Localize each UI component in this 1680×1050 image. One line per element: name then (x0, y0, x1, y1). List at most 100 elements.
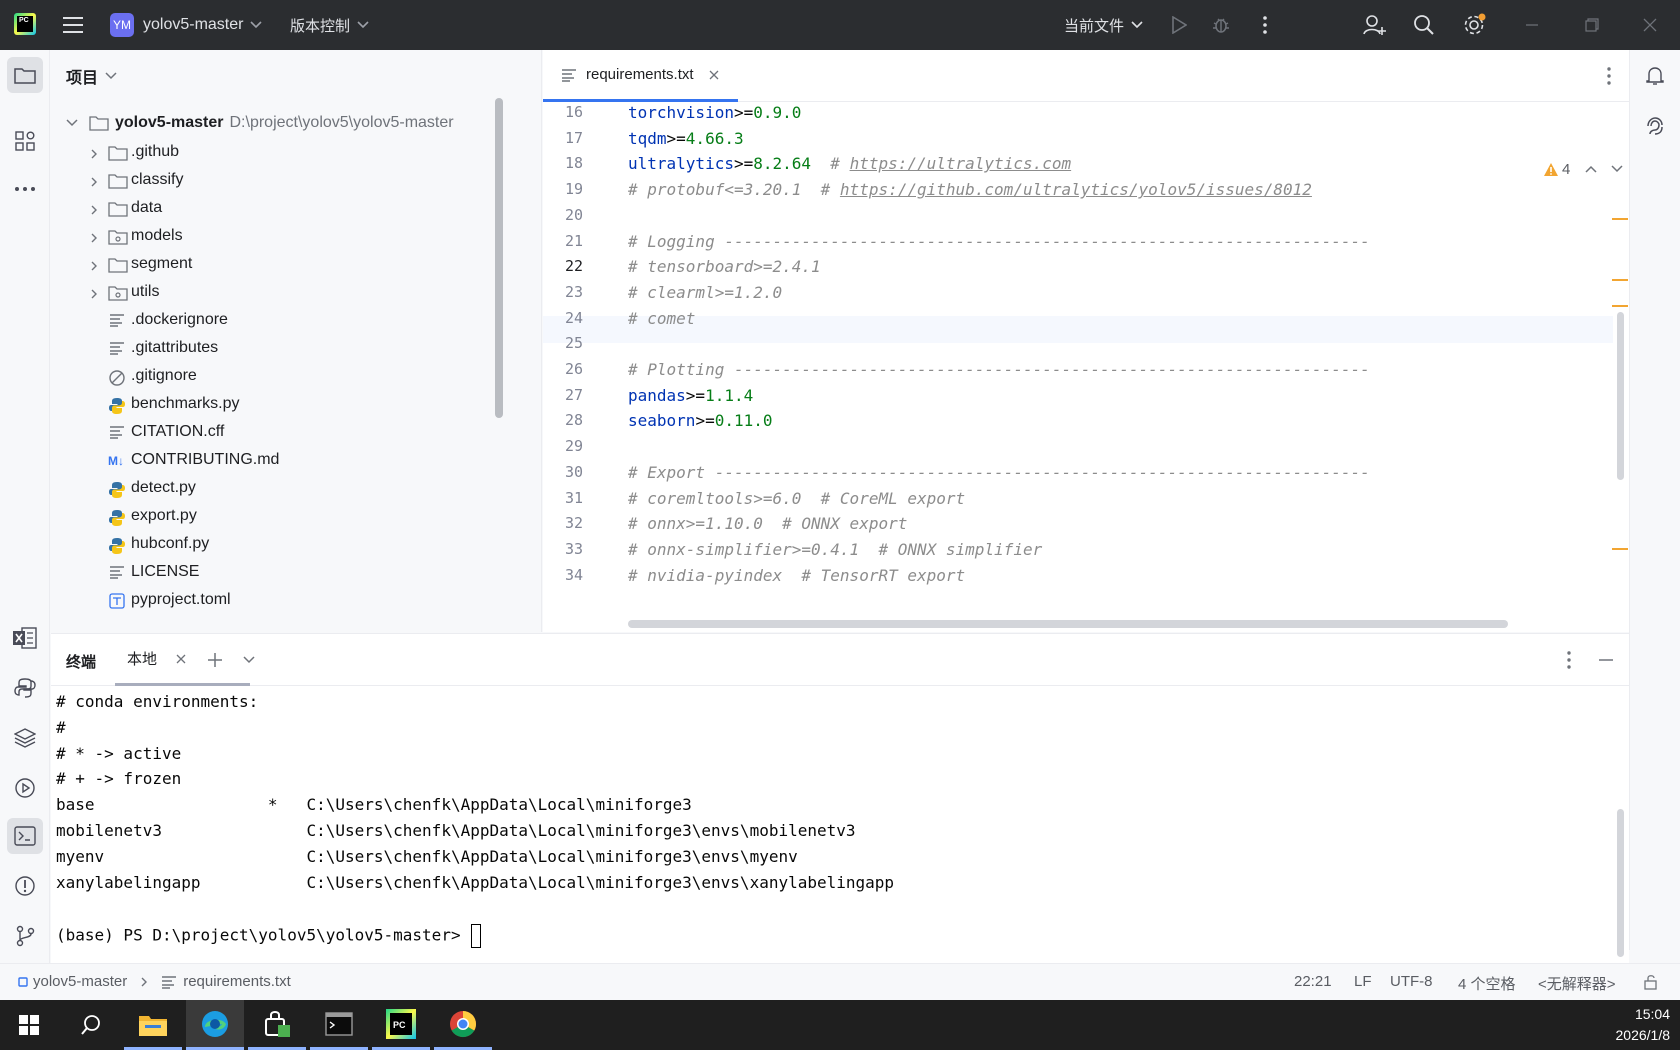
terminal-output[interactable]: # conda environments: # # * -> active # + -… (51, 686, 1611, 964)
terminal-line: (base) PS D:\project\yolov5\yolov5-maste… (56, 924, 482, 949)
run-icon[interactable] (1168, 14, 1190, 36)
hide-terminal-icon[interactable] (1595, 649, 1617, 671)
lock-icon[interactable] (1642, 973, 1660, 991)
chevron-right-icon[interactable] (89, 287, 99, 305)
code-token: # Plotting -----------------------------… (628, 360, 1370, 379)
tab-more-icon[interactable] (1599, 66, 1619, 86)
tree-item-label: segment (131, 255, 193, 272)
chrome-app[interactable] (434, 1000, 492, 1050)
tree-item-label: detect.py (131, 479, 196, 496)
chevron-right-icon (141, 977, 148, 986)
code-token: 8.2.64 (753, 154, 812, 174)
terminal-more-icon[interactable] (1559, 649, 1579, 671)
tree-item-label: LICENSE (131, 563, 200, 580)
tree-item-label: utils (131, 283, 160, 300)
close-tab-icon[interactable] (708, 69, 720, 81)
line-number: 28 (564, 411, 583, 430)
chevron-right-icon[interactable] (89, 147, 99, 165)
project-scrollbar[interactable] (495, 98, 503, 418)
breadcrumb-project[interactable]: yolov5-master (33, 973, 127, 990)
add-user-icon[interactable] (1362, 13, 1388, 37)
folder-icon (89, 116, 109, 131)
code-link[interactable]: https://ultralytics.com (850, 154, 1072, 173)
ai-assistant-button[interactable] (1637, 108, 1673, 144)
code-token: # onnx-simplifier>=0.4.1 # ONNX simplifi… (628, 539, 1043, 559)
problems-tool-button[interactable] (7, 868, 43, 904)
project-tool-button[interactable] (7, 57, 43, 93)
error-stripe-mark[interactable] (1612, 548, 1628, 550)
pycharm-app[interactable]: PC (372, 1000, 430, 1050)
line-number: 25 (564, 334, 583, 353)
code-line: # Logging ------------------------------… (628, 232, 1370, 251)
code-token: >= (685, 385, 706, 405)
error-stripe-mark[interactable] (1612, 279, 1628, 281)
new-terminal-tab-icon[interactable] (204, 649, 226, 671)
chevron-right-icon[interactable] (89, 259, 99, 277)
minimize-window-icon[interactable] (1520, 14, 1544, 36)
close-tab-icon[interactable] (175, 653, 187, 665)
error-stripe-mark[interactable] (1612, 218, 1628, 220)
services-button[interactable] (7, 770, 43, 806)
tree-root-row[interactable]: yolov5-master D:\project\yolov5\yolov5-m… (65, 108, 454, 138)
run-config-selector[interactable]: 当前文件 (1064, 12, 1144, 38)
more-tools-button[interactable] (7, 171, 43, 207)
text-file-icon (108, 425, 126, 439)
editor-tab-requirements[interactable]: requirements.txt (543, 50, 738, 102)
structure-icon (15, 131, 35, 151)
line-number: 20 (564, 205, 583, 224)
line-number: 24 (564, 308, 583, 327)
file-explorer-app[interactable] (124, 1000, 182, 1050)
project-selector[interactable]: YM yolov5-master (110, 12, 263, 38)
pycharm-logo-icon[interactable]: PC (14, 13, 36, 35)
line-separator[interactable]: LF (1354, 973, 1372, 990)
edge-browser-app[interactable] (186, 1000, 244, 1050)
error-stripe-mark[interactable] (1612, 305, 1628, 307)
chevron-right-icon[interactable] (89, 231, 99, 249)
code-line: # comet (628, 309, 695, 328)
chevron-right-icon[interactable] (89, 203, 99, 221)
main-menu-icon[interactable] (62, 14, 86, 36)
editor-vertical-scrollbar[interactable] (1617, 312, 1624, 480)
notifications-button[interactable] (1637, 58, 1673, 94)
code-line: # Export -------------------------------… (628, 463, 1370, 482)
terminal-scrollbar[interactable] (1617, 809, 1624, 957)
close-window-icon[interactable] (1638, 14, 1662, 36)
git-tool-button[interactable] (7, 918, 43, 954)
terminal-app[interactable] (310, 1000, 368, 1050)
chevron-right-icon[interactable] (89, 175, 99, 193)
caret-position[interactable]: 22:21 (1294, 973, 1332, 990)
terminal-tab-local[interactable]: 本地 (115, 634, 250, 686)
structure-tool-button[interactable] (7, 123, 43, 159)
code-line: tqdm>=4.66.3 (628, 129, 744, 148)
terminal-options-chevron-icon[interactable] (238, 649, 260, 671)
indent-setting[interactable]: 4 个空格 (1458, 973, 1516, 994)
chevron-up-icon[interactable] (1584, 164, 1598, 174)
python-console-button[interactable] (7, 670, 43, 706)
chevron-down-icon[interactable] (1610, 164, 1624, 174)
root-folder-name: yolov5-master (115, 114, 224, 131)
project-panel-header[interactable]: 项目 (66, 64, 118, 88)
restore-window-icon[interactable] (1580, 14, 1604, 36)
search-icon[interactable] (1412, 13, 1436, 37)
terminal-tool-button[interactable] (7, 818, 43, 854)
tools-app[interactable] (248, 1000, 306, 1050)
settings-gear-icon[interactable] (1461, 12, 1487, 38)
python-packages-button[interactable] (7, 720, 43, 756)
excel-tool-button[interactable] (7, 620, 43, 656)
editor-horizontal-scrollbar[interactable] (628, 620, 1508, 628)
chevron-down-icon (1131, 21, 1143, 29)
interpreter-selector[interactable]: <无解释器> (1538, 973, 1616, 994)
taskbar-search-button[interactable] (62, 1000, 120, 1050)
line-number: 21 (564, 231, 583, 250)
windows-start-button[interactable] (0, 1000, 58, 1050)
vcs-menu[interactable]: 版本控制 (290, 12, 370, 38)
breadcrumb-file[interactable]: requirements.txt (183, 973, 291, 990)
system-clock[interactable]: 15:04 2026/1/8 (1570, 1004, 1671, 1046)
code-area[interactable]: 16 torchvision>=0.9.0 17 tqdm>=4.66.3 18 ultr… (543, 102, 1613, 632)
inspection-widget[interactable]: 4 (1543, 158, 1624, 180)
debug-icon[interactable] (1210, 14, 1232, 36)
code-link[interactable]: https://github.com/ultralytics/yolov5/is… (840, 180, 1312, 199)
more-actions-icon[interactable] (1254, 14, 1276, 36)
file-encoding[interactable]: UTF-8 (1390, 973, 1433, 990)
text-file-icon (108, 313, 126, 327)
